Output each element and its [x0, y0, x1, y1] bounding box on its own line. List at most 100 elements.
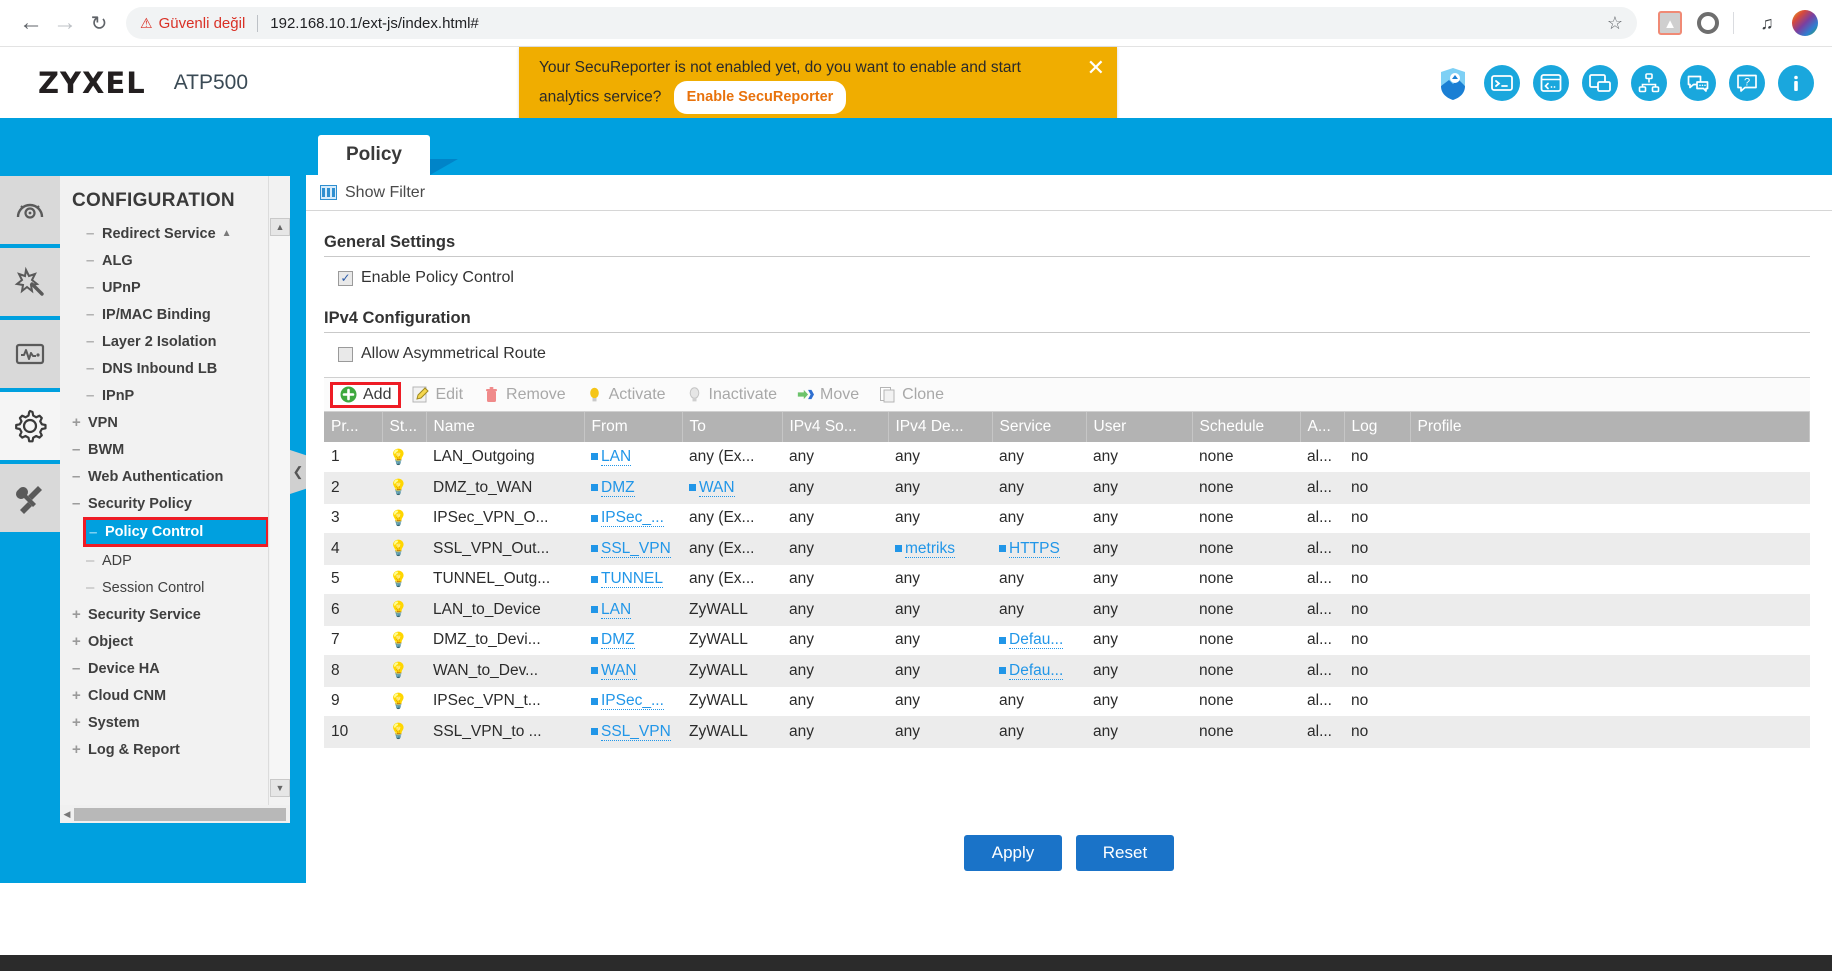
collapse-icon[interactable]: – — [72, 660, 88, 677]
address-bar[interactable]: ⚠ Güvenli değil 192.168.10.1/ext-js/inde… — [126, 7, 1637, 39]
show-filter-label[interactable]: Show Filter — [345, 184, 425, 202]
allow-asymmetrical-route-row[interactable]: Allow Asymmetrical Route — [338, 345, 1832, 363]
expand-icon[interactable]: + — [72, 606, 88, 623]
column-header[interactable]: St... — [382, 412, 427, 442]
status-bulb-icon[interactable]: 💡 — [389, 601, 408, 618]
scroll-left-arrow[interactable]: ◀ — [60, 809, 74, 820]
column-header[interactable]: From — [584, 412, 683, 442]
status-bulb-icon[interactable]: 💡 — [389, 540, 408, 557]
enable-policy-control-checkbox[interactable]: ✓ — [338, 270, 353, 286]
column-header[interactable]: A... — [1300, 412, 1345, 442]
collapse-icon[interactable]: – — [86, 552, 102, 569]
table-row[interactable]: 3 💡 IPSec_VPN_O... IPSec_... any (Ex... any an… — [324, 503, 1810, 534]
sidebar-item-web-authentication[interactable]: – Web Authentication — [60, 463, 290, 490]
collapse-icon[interactable]: – — [86, 252, 102, 269]
column-header[interactable]: Schedule — [1192, 412, 1301, 442]
status-bulb-icon[interactable]: 💡 — [389, 632, 408, 649]
column-header[interactable]: Service — [992, 412, 1087, 442]
help-question-icon[interactable]: ? — [1729, 64, 1765, 101]
status-bulb-icon[interactable]: 💡 — [389, 693, 408, 710]
enable-policy-control-row[interactable]: ✓ Enable Policy Control — [338, 269, 1832, 287]
reload-icon[interactable]: ↻ — [82, 6, 116, 40]
sidebar-horizontal-scrollbar[interactable]: ◀ — [60, 805, 290, 823]
maintenance-tools-icon[interactable] — [0, 464, 60, 532]
object-link[interactable]: LAN — [601, 448, 632, 466]
back-arrow-icon[interactable]: ← — [14, 6, 48, 40]
collapse-icon[interactable]: – — [86, 225, 102, 242]
object-link[interactable]: LAN — [601, 600, 632, 619]
sidebar-item-layer-2-isolation[interactable]: – Layer 2 Isolation — [60, 328, 290, 355]
move-button[interactable]: Move — [788, 383, 868, 407]
forward-arrow-icon[interactable]: → — [48, 6, 82, 40]
sidebar-item-policy-control[interactable]: – Policy Control — [83, 517, 269, 547]
sidebar-item-cloud-cnm[interactable]: + Cloud CNM — [60, 682, 290, 709]
web-console-icon[interactable] — [1533, 64, 1569, 101]
sidebar-item-log-report[interactable]: + Log & Report — [60, 736, 290, 763]
table-row[interactable]: 10 💡 SSL_VPN_to ... SSL_VPN ZyWALL any any any a… — [324, 716, 1810, 748]
object-link[interactable]: Defau... — [1009, 661, 1064, 680]
column-header[interactable]: To — [682, 412, 783, 442]
scrollbar-track[interactable] — [270, 236, 290, 779]
opera-extension-icon[interactable] — [1693, 8, 1723, 38]
configuration-gear-icon[interactable] — [0, 392, 60, 460]
sidebar-item-device-ha[interactable]: – Device HA — [60, 655, 290, 682]
object-link[interactable]: WAN — [601, 661, 637, 680]
add-button[interactable]: Add — [330, 381, 402, 408]
expand-icon[interactable]: + — [72, 687, 88, 704]
inactivate-button[interactable]: Inactivate — [677, 383, 786, 407]
cli-console-icon[interactable] — [1484, 64, 1520, 101]
status-bulb-icon[interactable]: 💡 — [389, 662, 408, 679]
sidebar-item-upnp[interactable]: – UPnP — [60, 274, 290, 301]
sidebar-vertical-scrollbar[interactable]: ▲ ▼ — [268, 176, 290, 823]
sidebar-item-dns-inbound-lb[interactable]: – DNS Inbound LB — [60, 355, 290, 382]
user-avatar[interactable] — [1792, 10, 1818, 36]
table-row[interactable]: 8 💡 WAN_to_Dev... WAN ZyWALL any any Defau... an… — [324, 655, 1810, 687]
table-row[interactable]: 2 💡 DMZ_to_WAN DMZ WAN any any any any none al... n… — [324, 472, 1810, 504]
status-bulb-icon[interactable]: 💡 — [389, 449, 408, 466]
edit-button[interactable]: Edit — [403, 383, 472, 407]
bookmark-star-icon[interactable]: ☆ — [1607, 13, 1623, 34]
remove-button[interactable]: Remove — [474, 383, 575, 407]
expand-icon[interactable]: + — [72, 414, 88, 431]
secureporter-shield-icon[interactable] — [1435, 65, 1471, 101]
collapse-icon[interactable]: – — [89, 524, 105, 541]
column-header[interactable]: Log — [1344, 412, 1411, 442]
collapse-icon[interactable]: – — [86, 279, 102, 296]
sidebar-item-bwm[interactable]: – BWM — [60, 436, 290, 463]
apply-button[interactable]: Apply — [964, 835, 1062, 871]
collapse-icon[interactable]: – — [86, 360, 102, 377]
dashboard-icon[interactable] — [0, 176, 60, 244]
table-row[interactable]: 7 💡 DMZ_to_Devi... DMZ ZyWALL any any Defau... a… — [324, 625, 1810, 656]
status-bulb-icon[interactable]: 💡 — [389, 723, 408, 740]
column-header[interactable]: IPv4 So... — [782, 412, 889, 442]
status-bulb-icon[interactable]: 💡 — [389, 571, 408, 588]
collapse-icon[interactable]: – — [72, 441, 88, 458]
sidebar-item-security-service[interactable]: + Security Service — [60, 601, 290, 628]
monitor-icon[interactable] — [0, 320, 60, 388]
column-header[interactable]: IPv4 De... — [888, 412, 993, 442]
table-row[interactable]: 1 💡 LAN_Outgoing LAN any (Ex... any any any any n… — [324, 442, 1810, 473]
about-info-icon[interactable] — [1778, 64, 1814, 101]
sidebar-item-adp[interactable]: – ADP — [60, 547, 290, 574]
column-header[interactable]: Pr... — [324, 412, 383, 442]
media-playlist-icon[interactable]: ♫ — [1752, 8, 1782, 38]
sidebar-item-object[interactable]: + Object — [60, 628, 290, 655]
reset-button[interactable]: Reset — [1076, 835, 1174, 871]
expand-icon[interactable]: + — [72, 633, 88, 650]
site-map-window-icon[interactable] — [1582, 64, 1618, 101]
collapse-icon[interactable]: – — [86, 387, 102, 404]
column-header[interactable]: Profile — [1410, 412, 1810, 442]
table-row[interactable]: 6 💡 LAN_to_Device LAN ZyWALL any any any any none… — [324, 594, 1810, 626]
object-link[interactable]: DMZ — [601, 631, 635, 650]
tab-policy[interactable]: Policy — [318, 135, 430, 175]
object-link[interactable]: WAN — [699, 478, 735, 497]
activate-button[interactable]: Activate — [577, 383, 675, 407]
show-filter-row[interactable]: Show Filter — [306, 175, 1832, 211]
object-link[interactable]: SSL_VPN — [601, 539, 671, 558]
pdf-extension-icon[interactable]: ▲ — [1655, 8, 1685, 38]
network-topology-icon[interactable] — [1631, 64, 1667, 101]
column-header[interactable]: User — [1086, 412, 1193, 442]
allow-asymmetrical-route-checkbox[interactable] — [338, 346, 353, 362]
sidebar-item-security-policy[interactable]: – Security Policy — [60, 490, 290, 517]
sidebar-item-ipnp[interactable]: – IPnP — [60, 382, 290, 409]
